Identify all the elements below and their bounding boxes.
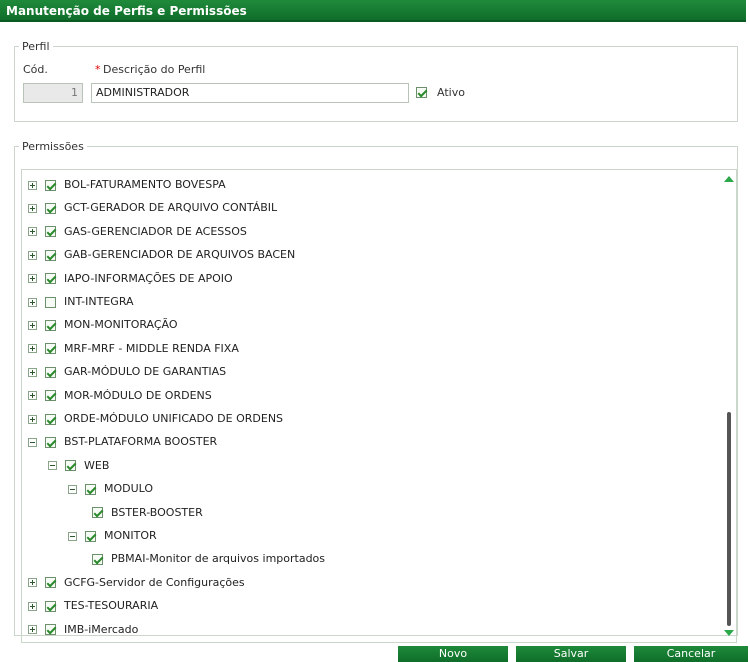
- tree-node[interactable]: GAB-GERENCIADOR DE ARQUIVOS BACEN: [28, 246, 295, 264]
- tree-node[interactable]: MOR-MÓDULO DE ORDENS: [28, 387, 212, 405]
- required-marker: *: [95, 63, 101, 76]
- tree-node[interactable]: BST-PLATAFORMA BOOSTER: [28, 433, 217, 451]
- collapse-icon[interactable]: [68, 531, 77, 541]
- permission-label: GCFG-Servidor de Configurações: [64, 575, 245, 589]
- tree-node[interactable]: MRF-MRF - MIDDLE RENDA FIXA: [28, 340, 239, 358]
- expand-icon[interactable]: [28, 414, 37, 424]
- permission-label: INT-INTEGRA: [64, 295, 134, 308]
- permission-checkbox[interactable]: [85, 483, 96, 495]
- salvar-button[interactable]: Salvar: [516, 646, 626, 662]
- permission-label: MRF-MRF - MIDDLE RENDA FIXA: [64, 341, 239, 355]
- novo-button[interactable]: Novo: [398, 646, 508, 662]
- permission-checkbox[interactable]: [45, 319, 56, 331]
- permission-checkbox[interactable]: [45, 577, 56, 589]
- ativo-checkbox[interactable]: [416, 87, 427, 98]
- tree-node[interactable]: MON-MONITORAÇÃO: [28, 316, 178, 334]
- permission-checkbox[interactable]: [45, 390, 56, 402]
- permission-checkbox[interactable]: [45, 202, 56, 214]
- tree-node[interactable]: ORDE-MÓDULO UNIFICADO DE ORDENS: [28, 410, 283, 428]
- permissions-tree[interactable]: BOL-FATURAMENTO BOVESPA GCT-GERADOR DE AR…: [21, 169, 737, 643]
- permission-checkbox[interactable]: [85, 530, 96, 542]
- permission-label: ORDE-MÓDULO UNIFICADO DE ORDENS: [64, 412, 284, 425]
- expand-icon[interactable]: [28, 601, 37, 611]
- collapse-icon[interactable]: [28, 437, 37, 447]
- permission-checkbox[interactable]: [45, 343, 56, 355]
- tree-node[interactable]: MONITOR: [68, 527, 157, 545]
- permission-label: BOL-FATURAMENTO BOVESPA: [64, 178, 226, 191]
- expand-icon[interactable]: [28, 250, 37, 260]
- permission-checkbox[interactable]: [92, 507, 103, 519]
- expand-icon[interactable]: [28, 344, 37, 354]
- scrollbar-thumb[interactable]: [727, 412, 731, 626]
- tree-node[interactable]: MODULO: [68, 480, 153, 498]
- permission-label: WEB: [84, 458, 110, 472]
- permission-checkbox[interactable]: [45, 413, 56, 425]
- expand-icon[interactable]: [28, 367, 37, 377]
- scroll-down-icon[interactable]: [724, 630, 734, 636]
- permission-label: PBMAI-Monitor de arquivos importados: [111, 552, 326, 566]
- permission-checkbox[interactable]: [45, 296, 56, 308]
- tree-node[interactable]: WEB: [48, 457, 109, 475]
- permission-checkbox[interactable]: [45, 273, 56, 285]
- perfil-group: Perfil Cód. * Descrição do Perfil 1 ADMI…: [14, 40, 738, 122]
- window-title: Manutenção de Perfis e Permissões: [0, 0, 746, 22]
- permission-label: MON-MONITORAÇÃO: [64, 318, 178, 332]
- expand-icon[interactable]: [28, 203, 37, 213]
- permission-checkbox[interactable]: [45, 436, 56, 448]
- permission-checkbox[interactable]: [45, 179, 56, 191]
- permission-checkbox[interactable]: [45, 226, 56, 238]
- cod-label: Cód.: [23, 63, 48, 76]
- permission-checkbox[interactable]: [45, 624, 56, 636]
- permission-checkbox[interactable]: [45, 249, 56, 261]
- descricao-label: Descrição do Perfil: [103, 63, 206, 76]
- expand-icon[interactable]: [28, 274, 37, 284]
- permissoes-legend: Permissões: [22, 140, 84, 153]
- expand-icon[interactable]: [28, 227, 37, 237]
- expand-icon[interactable]: [28, 180, 37, 190]
- tree-node[interactable]: TES-TESOURARIA: [28, 597, 158, 615]
- permission-label: GAR-MÓDULO DE GARANTIAS: [64, 365, 227, 379]
- tree-node[interactable]: GCT-GERADOR DE ARQUIVO CONTÁBIL: [28, 199, 277, 217]
- permission-checkbox[interactable]: [65, 460, 76, 472]
- expand-icon[interactable]: [28, 625, 37, 635]
- collapse-icon[interactable]: [48, 461, 57, 471]
- permission-checkbox[interactable]: [92, 553, 103, 565]
- permission-label: MONITOR: [104, 529, 157, 542]
- permission-label: TES-TESOURARIA: [64, 599, 159, 613]
- permission-checkbox[interactable]: [45, 600, 56, 612]
- tree-node[interactable]: BSTER-BOOSTER: [90, 504, 203, 522]
- tree-scrollbar[interactable]: [724, 172, 734, 640]
- tree-node[interactable]: IMB-iMercado: [28, 621, 138, 639]
- tree-node[interactable]: INT-INTEGRA: [28, 293, 134, 311]
- permission-label: MODULO: [104, 482, 154, 496]
- expand-icon[interactable]: [28, 297, 37, 307]
- tree-node[interactable]: GAR-MÓDULO DE GARANTIAS: [28, 363, 226, 381]
- scroll-up-icon[interactable]: [724, 176, 734, 182]
- perfil-legend: Perfil: [22, 40, 50, 53]
- permission-label: GCT-GERADOR DE ARQUIVO CONTÁBIL: [64, 201, 278, 215]
- permission-label: IAPO-INFORMAÇÕES DE APOIO: [64, 271, 233, 285]
- expand-icon[interactable]: [28, 391, 37, 401]
- ativo-label: Ativo: [437, 86, 465, 99]
- permission-label: GAB-GERENCIADOR DE ARQUIVOS BACEN: [64, 248, 296, 262]
- permission-label: GAS-GERENCIADOR DE ACESSOS: [64, 224, 247, 238]
- tree-node[interactable]: GCFG-Servidor de Configurações: [28, 574, 245, 592]
- tree-node[interactable]: PBMAI-Monitor de arquivos importados: [90, 550, 325, 568]
- expand-icon[interactable]: [28, 578, 37, 588]
- tree-node[interactable]: BOL-FATURAMENTO BOVESPA: [28, 176, 226, 194]
- permission-checkbox[interactable]: [45, 366, 56, 378]
- permission-label: MOR-MÓDULO DE ORDENS: [64, 388, 212, 402]
- descricao-field[interactable]: ADMINISTRADOR: [91, 83, 409, 103]
- tree-node[interactable]: IAPO-INFORMAÇÕES DE APOIO: [28, 270, 233, 288]
- cod-field: 1: [23, 83, 83, 103]
- permission-label: BSTER-BOOSTER: [111, 505, 203, 519]
- permission-label: IMB-iMercado: [64, 622, 139, 636]
- permissoes-group: Permissões BOL-FATURAMENTO BOVESPA GCT-GE…: [14, 140, 738, 643]
- tree-node[interactable]: GAS-GERENCIADOR DE ACESSOS: [28, 223, 247, 241]
- permission-label: BST-PLATAFORMA BOOSTER: [64, 435, 218, 449]
- collapse-icon[interactable]: [68, 484, 77, 494]
- expand-icon[interactable]: [28, 320, 37, 330]
- cancelar-button[interactable]: Cancelar: [634, 646, 748, 662]
